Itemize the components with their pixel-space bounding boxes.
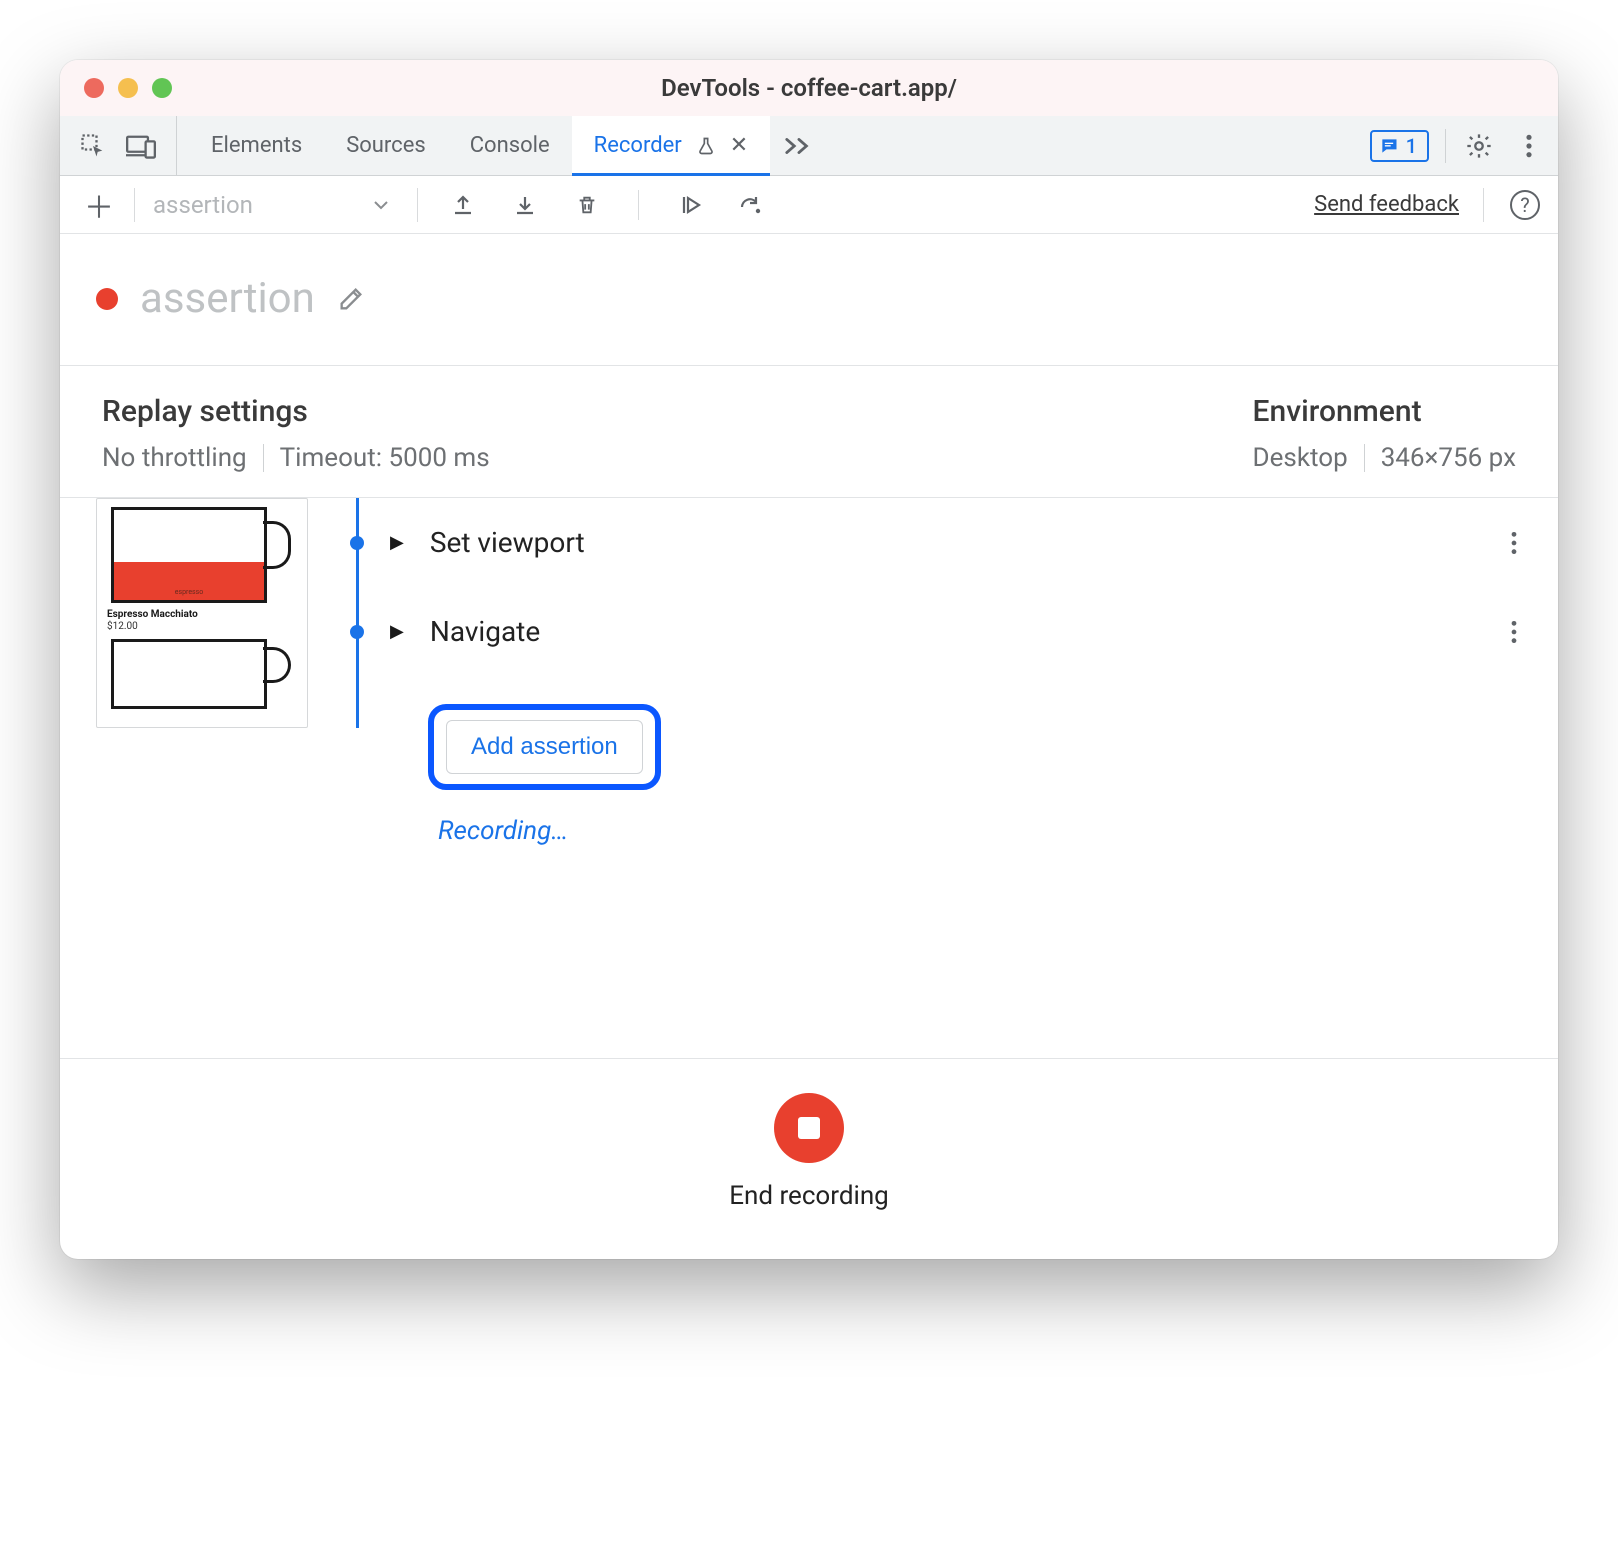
- panel-tabs: Elements Sources Console Recorder ✕: [189, 116, 770, 175]
- recording-name: assertion: [140, 274, 315, 323]
- help-icon[interactable]: ?: [1510, 190, 1540, 220]
- recorder-footer: End recording: [60, 1058, 1558, 1259]
- window-close-icon[interactable]: [84, 78, 104, 98]
- import-icon[interactable]: [508, 188, 542, 222]
- recording-header: assertion: [60, 234, 1558, 366]
- recorder-toolbar: ＋ assertion Send feedback: [60, 176, 1558, 234]
- timeline: espresso Espresso Macchiato $12.00 ▶ Set…: [60, 498, 1558, 1058]
- edit-name-icon[interactable]: [337, 285, 365, 313]
- traffic-lights: [60, 78, 172, 98]
- step-navigate[interactable]: ▶ Navigate: [338, 587, 1522, 676]
- separator: [134, 188, 135, 222]
- thumbnail-rail: espresso Espresso Macchiato $12.00: [96, 498, 308, 1028]
- add-assertion-button[interactable]: Add assertion: [446, 720, 643, 774]
- tab-console[interactable]: Console: [448, 116, 572, 175]
- cup-fill-label: espresso: [114, 588, 264, 596]
- end-recording-label: End recording: [729, 1181, 889, 1211]
- issues-count: 1: [1406, 134, 1417, 158]
- close-tab-icon[interactable]: ✕: [730, 135, 748, 157]
- tab-label: Recorder: [594, 133, 682, 158]
- kebab-menu-icon[interactable]: [1512, 129, 1546, 163]
- devtools-window: DevTools - coffee-cart.app/ Elements Sou…: [60, 60, 1558, 1259]
- step-icon[interactable]: [735, 188, 769, 222]
- recording-status: Recording…: [438, 816, 1522, 846]
- window-minimize-icon[interactable]: [118, 78, 138, 98]
- recording-selector-value: assertion: [153, 191, 253, 219]
- thumb-product-name: Espresso Macchiato: [107, 609, 297, 621]
- window-title: DevTools - coffee-cart.app/: [60, 74, 1558, 102]
- thumb-product-price: $12.00: [107, 621, 297, 633]
- cup-illustration-icon: [107, 639, 297, 709]
- throttling-value[interactable]: No throttling: [102, 443, 247, 473]
- tab-sources[interactable]: Sources: [324, 116, 448, 175]
- add-assertion-highlight: Add assertion: [428, 704, 1522, 790]
- tab-recorder[interactable]: Recorder ✕: [572, 116, 771, 175]
- environment-heading: Environment: [1253, 394, 1516, 429]
- tab-label: Elements: [211, 133, 302, 158]
- export-icon[interactable]: [446, 188, 480, 222]
- more-tabs-icon[interactable]: [770, 116, 826, 175]
- separator: [638, 190, 639, 220]
- separator: [417, 188, 418, 222]
- window-zoom-icon[interactable]: [152, 78, 172, 98]
- step-set-viewport[interactable]: ▶ Set viewport: [338, 498, 1522, 587]
- settings-bar: Replay settings No throttling Timeout: 5…: [60, 366, 1558, 498]
- recording-selector[interactable]: assertion: [153, 191, 403, 219]
- separator: [263, 444, 264, 472]
- end-recording-button[interactable]: [774, 1093, 844, 1163]
- replay-settings-heading: Replay settings: [102, 394, 490, 429]
- separator: [1364, 444, 1365, 472]
- replay-settings: Replay settings No throttling Timeout: 5…: [102, 394, 490, 473]
- chevron-down-icon: [373, 200, 389, 210]
- delete-icon[interactable]: [570, 188, 604, 222]
- settings-gear-icon[interactable]: [1462, 129, 1496, 163]
- step-list: ▶ Set viewport ▶ Navigate Add assertion: [308, 498, 1522, 1028]
- page-thumbnail[interactable]: espresso Espresso Macchiato $12.00: [96, 498, 308, 728]
- step-node-icon: [350, 536, 364, 550]
- separator: [1483, 188, 1484, 222]
- step-node-icon: [350, 625, 364, 639]
- tab-elements[interactable]: Elements: [189, 116, 324, 175]
- stop-icon: [798, 1117, 820, 1139]
- cup-illustration-icon: espresso: [107, 507, 297, 603]
- titlebar: DevTools - coffee-cart.app/: [60, 60, 1558, 116]
- recording-indicator-icon: [96, 288, 118, 310]
- device-value[interactable]: Desktop: [1253, 443, 1348, 473]
- device-toolbar-icon[interactable]: [124, 129, 158, 163]
- viewport-value[interactable]: 346×756 px: [1381, 443, 1516, 473]
- replay-icon[interactable]: [673, 188, 707, 222]
- inspect-element-icon[interactable]: [76, 129, 110, 163]
- step-menu-icon[interactable]: [1510, 530, 1522, 556]
- separator: [1445, 129, 1446, 163]
- timeout-value[interactable]: Timeout: 5000 ms: [280, 443, 490, 473]
- new-recording-icon[interactable]: ＋: [78, 183, 120, 227]
- step-label: Set viewport: [430, 526, 585, 559]
- chat-icon: [1378, 136, 1400, 156]
- step-menu-icon[interactable]: [1510, 619, 1522, 645]
- step-label: Navigate: [430, 615, 540, 648]
- expand-caret-icon[interactable]: ▶: [390, 532, 404, 553]
- send-feedback-link[interactable]: Send feedback: [1314, 192, 1459, 217]
- environment-settings: Environment Desktop 346×756 px: [1253, 394, 1516, 473]
- issues-badge[interactable]: 1: [1370, 130, 1429, 162]
- expand-caret-icon[interactable]: ▶: [390, 621, 404, 642]
- panel-tabstrip: Elements Sources Console Recorder ✕: [60, 116, 1558, 176]
- tab-label: Console: [470, 133, 550, 158]
- experiment-flask-icon: [696, 136, 716, 156]
- tab-label: Sources: [346, 133, 426, 158]
